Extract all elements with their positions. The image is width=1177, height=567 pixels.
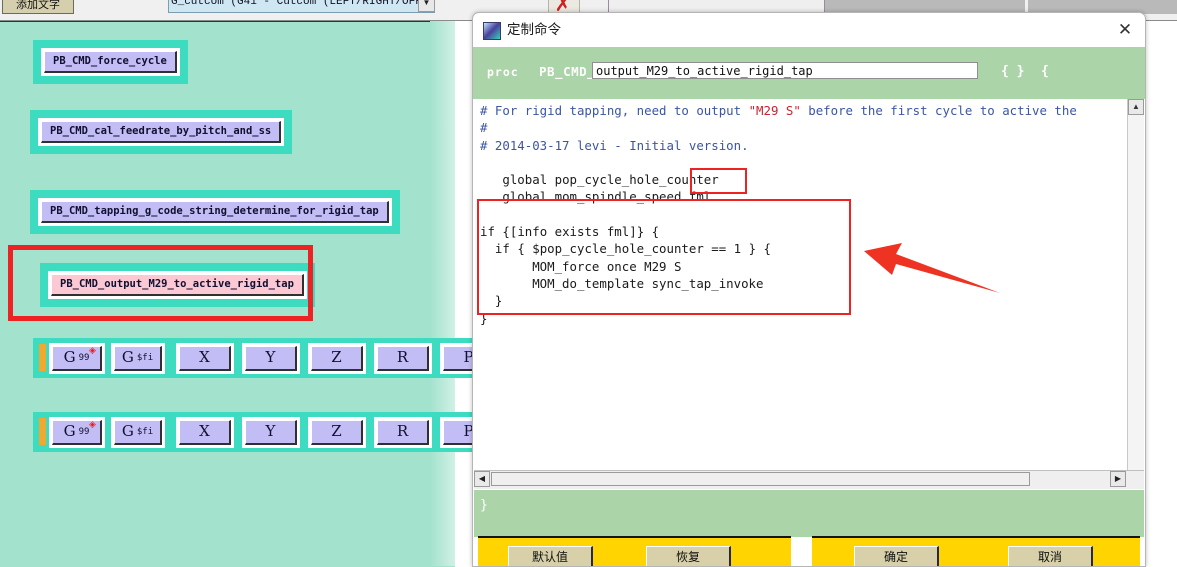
proc-footer-bar: } — [474, 490, 1144, 537]
selection-highlight-box — [8, 245, 313, 321]
command-block-inner: PB_CMD_force_cycle — [41, 48, 180, 76]
add-text-button[interactable]: 添加文字 — [2, 0, 74, 14]
modified-marker-icon: ◈ — [89, 346, 96, 356]
gcode-button-gfi[interactable]: G $fi — [114, 346, 162, 371]
command-button-tapping-g-code[interactable]: PB_CMD_tapping_g_code_string_determine_f… — [41, 201, 389, 223]
modified-marker-icon: ◈ — [89, 420, 96, 430]
dialog-button-bar-left: 默认值 恢复 — [478, 536, 791, 566]
gcode-cell[interactable]: Z — [308, 417, 366, 448]
triangle-up-icon[interactable]: ▲ — [1128, 99, 1144, 115]
hscroll-thumb[interactable] — [491, 472, 1030, 486]
close-icon[interactable]: ✕ — [1115, 21, 1135, 41]
gcode-button-x[interactable]: X — [179, 346, 231, 371]
gcode-sub: 99 — [78, 427, 90, 437]
gcode-cell[interactable]: X — [176, 417, 234, 448]
gcode-cell[interactable]: R — [374, 343, 432, 374]
gcode-cell[interactable]: G $fi — [111, 417, 165, 448]
postbuilder-icon — [483, 22, 501, 40]
gcode-dropdown-value: G_cutcom (G41 - Cutcom (LEFT/RIGHT/OFF)) — [171, 0, 435, 8]
command-block[interactable]: PB_CMD_cal_feedrate_by_pitch_and_ss — [30, 110, 293, 154]
gcode-button-y[interactable]: Y — [245, 420, 297, 445]
gcode-dropdown[interactable]: G_cutcom (G41 - Cutcom (LEFT/RIGHT/OFF)) — [168, 0, 435, 13]
restore-button[interactable]: 恢复 — [646, 546, 731, 566]
gcode-button-g99[interactable]: G 99 ◈ — [52, 346, 102, 371]
code-highlight-box — [477, 199, 851, 315]
command-block-inner: PB_CMD_tapping_g_code_string_determine_f… — [38, 198, 392, 226]
gcode-button-x[interactable]: X — [179, 420, 231, 445]
proc-end-brace-label: } — [480, 498, 488, 513]
gcode-button-z[interactable]: Z — [311, 346, 363, 371]
proc-header-bar: proc PB_CMD_ output_M29_to_active_rigid_… — [473, 47, 1145, 99]
command-button-force-cycle[interactable]: PB_CMD_force_cycle — [44, 51, 177, 73]
gcode-row: G 99 ◈ G $fi X Y Z R P — [33, 338, 498, 378]
proc-prefix-label: PB_CMD_ — [539, 64, 596, 79]
command-button-cal-feedrate[interactable]: PB_CMD_cal_feedrate_by_pitch_and_ss — [41, 121, 282, 143]
proc-keyword-label: proc — [487, 65, 519, 79]
dialog-title: 定制命令 — [507, 22, 561, 38]
gcode-button-r[interactable]: R — [377, 346, 429, 371]
default-value-button[interactable]: 默认值 — [508, 546, 593, 566]
fml-highlight-box — [690, 168, 747, 194]
gcode-cell[interactable]: X — [176, 343, 234, 374]
row-handle[interactable] — [39, 418, 46, 445]
gcode-main: G — [63, 422, 76, 440]
proc-brace-pair-label: { } — [1001, 64, 1025, 79]
horizontal-scrollbar[interactable]: ◀ ▶ — [474, 470, 1144, 489]
gcode-cell[interactable]: R — [374, 417, 432, 448]
gcode-cell[interactable]: G 99 ◈ — [49, 417, 105, 448]
gcode-main: G — [121, 348, 134, 366]
command-block[interactable]: PB_CMD_force_cycle — [33, 40, 188, 84]
vertical-scrollbar[interactable]: ▲ ▼ — [1127, 99, 1144, 489]
cancel-button[interactable]: 取消 — [1008, 546, 1093, 566]
triangle-left-icon[interactable]: ◀ — [474, 471, 490, 487]
gcode-button-y[interactable]: Y — [245, 346, 297, 371]
dialog-button-bar-right: 确定 取消 — [812, 536, 1140, 566]
gcode-main: G — [63, 348, 76, 366]
gcode-sub: 99 — [78, 353, 90, 363]
chevron-down-icon[interactable]: ▼ — [418, 0, 435, 12]
gcode-cell[interactable]: Y — [242, 343, 300, 374]
annotation-arrow-icon — [864, 243, 1000, 293]
gcode-cell[interactable]: G 99 ◈ — [49, 343, 105, 374]
gcode-sub: $fi — [136, 427, 154, 437]
gcode-button-g99[interactable]: G 99 ◈ — [52, 420, 102, 445]
gcode-row: G 99 ◈ G $fi X Y Z R P — [33, 412, 498, 452]
gcode-cell[interactable]: Z — [308, 343, 366, 374]
proc-name-input[interactable]: output_M29_to_active_rigid_tap — [592, 62, 978, 79]
dialog-titlebar[interactable]: 定制命令 ✕ — [473, 13, 1145, 47]
ok-button[interactable]: 确定 — [854, 546, 939, 566]
triangle-right-icon[interactable]: ▶ — [1110, 471, 1126, 487]
gcode-button-gfi[interactable]: G $fi — [114, 420, 162, 445]
command-block-inner: PB_CMD_cal_feedrate_by_pitch_and_ss — [38, 118, 285, 146]
gcode-button-r[interactable]: R — [377, 420, 429, 445]
gcode-sub: $fi — [136, 353, 154, 363]
gcode-main: G — [121, 422, 134, 440]
gcode-button-z[interactable]: Z — [311, 420, 363, 445]
proc-brace-open-label: { — [1041, 64, 1049, 79]
row-handle[interactable] — [39, 344, 46, 371]
command-block[interactable]: PB_CMD_tapping_g_code_string_determine_f… — [30, 190, 400, 234]
gcode-cell[interactable]: Y — [242, 417, 300, 448]
gcode-cell[interactable]: G $fi — [111, 343, 165, 374]
